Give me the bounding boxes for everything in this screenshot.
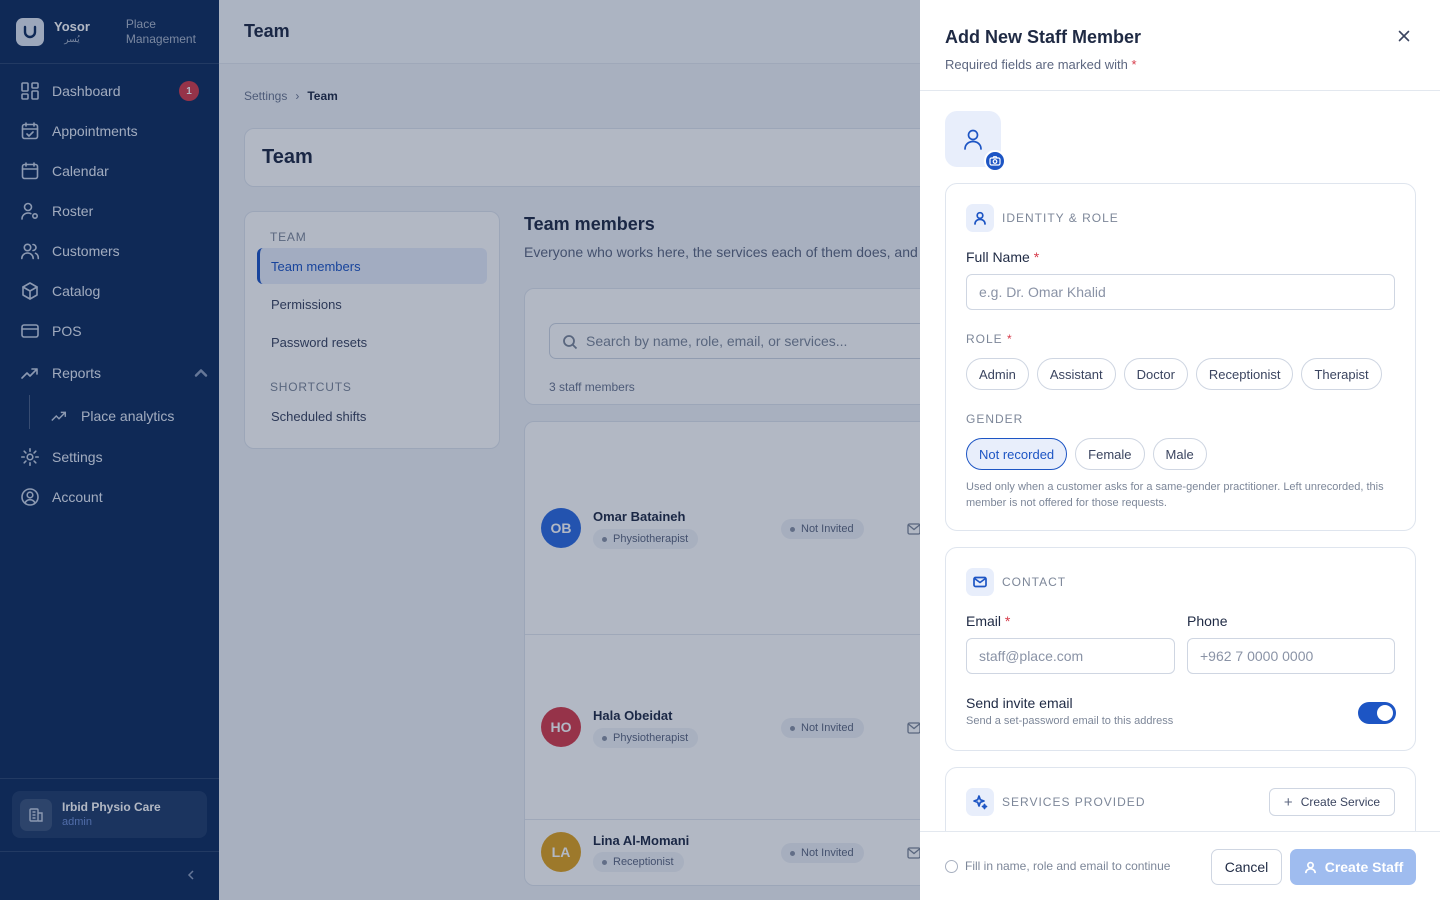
- contact-section: CONTACT Email * Phone Send invite email …: [945, 547, 1416, 751]
- form-hint: Fill in name, role and email to continue: [945, 859, 1170, 873]
- email-label: Email *: [966, 613, 1011, 629]
- drawer-header: Add New Staff Member Required fields are…: [920, 0, 1440, 91]
- section-heading: CONTACT: [966, 568, 1066, 596]
- role-chip-therapist[interactable]: Therapist: [1301, 358, 1382, 390]
- role-chip-admin[interactable]: Admin: [966, 358, 1029, 390]
- gender-chips: Not recorded Female Male: [966, 438, 1207, 470]
- drawer-subtitle: Required fields are marked with *: [945, 57, 1137, 72]
- create-service-button[interactable]: + Create Service: [1269, 788, 1395, 816]
- add-staff-drawer: Add New Staff Member Required fields are…: [920, 0, 1440, 900]
- user-icon: [964, 129, 982, 150]
- full-name-input[interactable]: [966, 274, 1395, 310]
- drawer-title: Add New Staff Member: [945, 27, 1142, 47]
- gender-chip-not-recorded[interactable]: Not recorded: [966, 438, 1068, 470]
- drawer-footer: Fill in name, role and email to continue…: [920, 831, 1440, 900]
- email-field[interactable]: [966, 638, 1175, 674]
- section-heading: SERVICES PROVIDED: [966, 788, 1145, 816]
- gender-chip-female[interactable]: Female: [1075, 438, 1145, 470]
- role-chip-assistant[interactable]: Assistant: [1036, 358, 1116, 390]
- role-label: ROLE *: [966, 332, 1013, 346]
- camera-icon[interactable]: [984, 150, 1006, 172]
- plus-icon: +: [1283, 793, 1293, 811]
- role-chip-doctor[interactable]: Doctor: [1123, 358, 1188, 390]
- cancel-button[interactable]: Cancel: [1211, 849, 1282, 885]
- full-name-label: Full Name *: [966, 249, 1040, 265]
- phone-field[interactable]: [1187, 638, 1395, 674]
- role-chip-receptionist[interactable]: Receptionist: [1195, 358, 1294, 390]
- sparkles-icon: [966, 788, 994, 816]
- role-chips: Admin Assistant Doctor Receptionist Ther…: [966, 358, 1382, 390]
- identity-role-section: IDENTITY & ROLE Full Name * ROLE * Admin…: [945, 183, 1416, 531]
- close-icon[interactable]: [1396, 28, 1412, 44]
- invite-description: Send a set-password email to this addres…: [966, 715, 1174, 727]
- user-icon: [1304, 861, 1316, 873]
- invite-title: Send invite email: [966, 695, 1073, 711]
- modal-backdrop[interactable]: [0, 0, 920, 900]
- circle-icon: [945, 859, 958, 873]
- gender-chip-male[interactable]: Male: [1152, 438, 1207, 470]
- create-staff-button[interactable]: Create Staff: [1290, 849, 1416, 885]
- user-icon: [966, 204, 994, 232]
- gender-label: GENDER: [966, 412, 1024, 426]
- phone-label: Phone: [1187, 613, 1228, 629]
- mail-icon: [966, 568, 994, 596]
- send-invite-toggle[interactable]: [1358, 702, 1396, 724]
- section-heading: IDENTITY & ROLE: [966, 204, 1119, 232]
- gender-hint: Used only when a customer asks for a sam…: [966, 481, 1384, 509]
